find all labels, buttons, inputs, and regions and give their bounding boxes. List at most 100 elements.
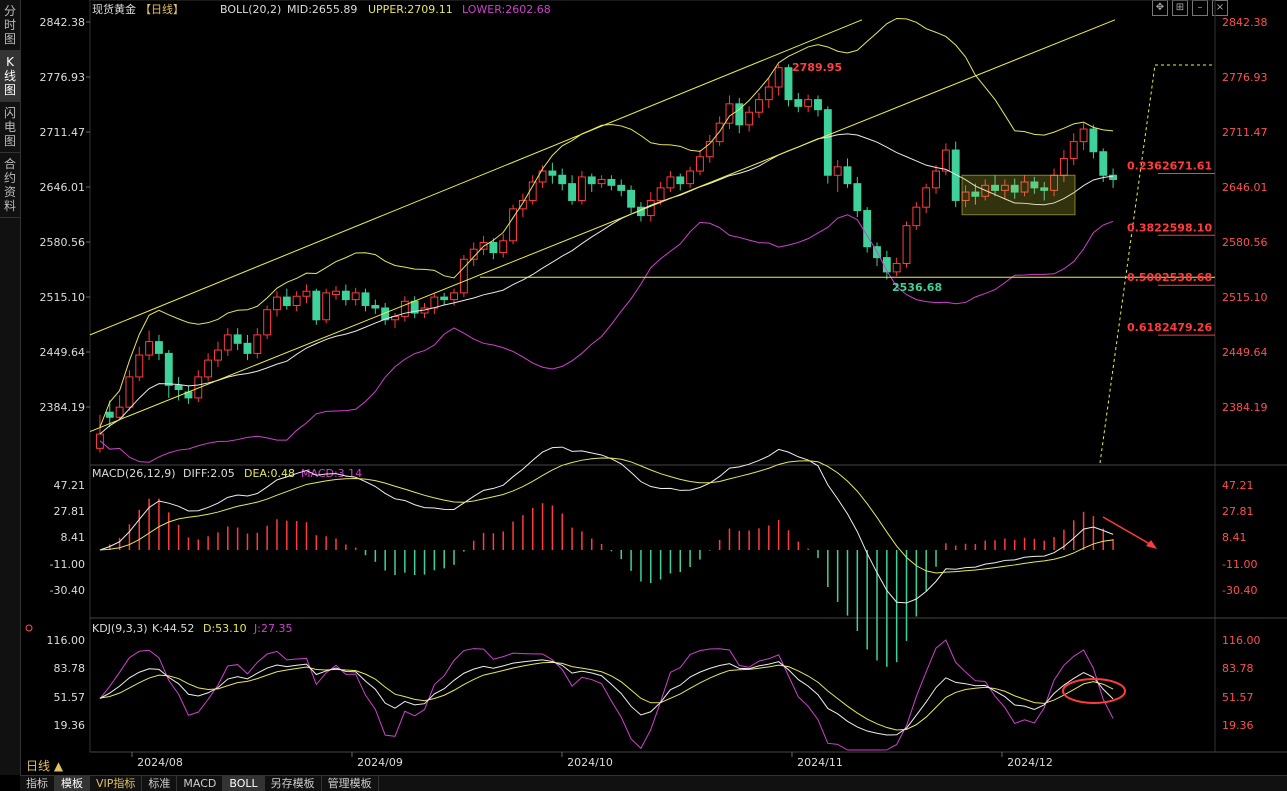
candle-body [755, 99, 763, 113]
macd-diff-line [99, 446, 1114, 604]
candle-body [312, 290, 321, 321]
chart-stage: 分 时 图K 线 图闪 电 图合 约 资 料 ✥ ⊞ – × 现货黄金 【日线】 B… [0, 0, 1287, 791]
period-selector[interactable]: 日线 ▲ [26, 757, 63, 774]
date-label: 2024/08 [137, 756, 183, 769]
candle-body [981, 184, 990, 197]
candle-body [391, 315, 399, 321]
candle-body [823, 109, 832, 176]
kdj-d-line [99, 661, 1114, 731]
candle-body [568, 183, 577, 201]
fib-value: 2598.10 [1162, 221, 1212, 234]
candle-body [361, 292, 370, 306]
close-icon[interactable]: × [1212, 0, 1228, 16]
price-tick-right: 2646.01 [1222, 181, 1268, 194]
candle-body [587, 176, 596, 185]
candle-body [1020, 181, 1029, 193]
bottom-tab-5[interactable]: BOLL [223, 776, 265, 791]
candle-body [469, 248, 478, 260]
candle-body [833, 166, 842, 176]
candle-body [676, 176, 685, 185]
candle-body [577, 176, 586, 201]
candle-body [410, 300, 419, 314]
candle-body [843, 166, 852, 185]
candle-body [882, 257, 891, 273]
candle-body [282, 296, 291, 306]
candle-body [715, 122, 724, 143]
kdj-j: J:27.35 [253, 622, 292, 635]
bottom-tab-6[interactable]: 另存模板 [265, 776, 322, 791]
candle-body [253, 334, 262, 354]
bottom-tab-1[interactable]: 模板 [55, 776, 90, 791]
candle-body [902, 225, 911, 264]
sidebar-tab-0[interactable]: 分 时 图 [0, 0, 20, 51]
candle-body [450, 292, 458, 301]
candlestick-chart: 现货黄金 【日线】 BOLL(20,2) MID:2655.89 UPPER:2709.… [25, 0, 1287, 769]
candle-body [696, 156, 704, 172]
macd-tick-left: 8.41 [61, 531, 86, 544]
fib-level: 0.500 [1127, 271, 1162, 284]
bottom-tab-3[interactable]: 标准 [142, 776, 178, 791]
candle-body [332, 290, 340, 296]
candle-body [774, 67, 783, 88]
candle-body [735, 103, 744, 126]
bottom-tab-2[interactable]: VIP指标 [90, 776, 143, 791]
candle-body [725, 103, 734, 124]
price-tick-left: 2449.64 [40, 346, 86, 359]
bottom-tab-4[interactable]: MACD [177, 776, 224, 791]
candle-body [214, 349, 222, 361]
candle-body [597, 178, 606, 185]
bottom-tab-7[interactable]: 管理模板 [322, 776, 379, 791]
boll-upper-line [99, 17, 1114, 428]
sidebar-tab-1[interactable]: K 线 图 [0, 51, 20, 102]
price-tick-left: 2711.47 [40, 126, 86, 139]
fib-level: 0.618 [1127, 321, 1162, 334]
candle-body [538, 170, 547, 183]
candle-body [194, 376, 203, 399]
candle-body [1109, 174, 1118, 180]
candle-body [863, 210, 872, 248]
date-label: 2024/10 [567, 756, 613, 769]
macd-arrow-head [1146, 540, 1157, 549]
candle-body [509, 208, 517, 242]
candle-body [1089, 128, 1098, 153]
price-tick-right: 2449.64 [1222, 346, 1268, 359]
macd-dea-line [99, 457, 1114, 574]
candle-body [351, 292, 360, 301]
price-tick-right: 2384.19 [1222, 401, 1268, 414]
grid-icon[interactable]: ⊞ [1172, 0, 1188, 16]
candle-body [912, 206, 921, 227]
candle-body [420, 307, 429, 314]
candle-body [961, 191, 970, 201]
chart-title: 现货黄金 [92, 2, 136, 16]
price-tick-left: 2515.10 [40, 291, 86, 304]
projection-line [1099, 64, 1156, 464]
candle-body [459, 258, 468, 294]
high-label: 2789.95 [792, 61, 842, 74]
move-icon[interactable]: ✥ [1152, 0, 1168, 16]
candle-body [440, 296, 449, 301]
minimize-icon[interactable]: – [1192, 0, 1208, 16]
sidebar-tab-3[interactable]: 合 约 资 料 [0, 153, 20, 218]
candle-body [745, 111, 754, 126]
kdj-tick-left: 116.00 [47, 634, 86, 647]
macd-dea: DEA:0.48 [244, 467, 295, 480]
channel-lower-line [89, 19, 1116, 432]
bottom-tab-0[interactable]: 指标 [20, 776, 55, 791]
candle-body [499, 240, 508, 254]
macd-tick-right: -11.00 [1222, 558, 1257, 571]
candle-body [1079, 128, 1088, 143]
sidebar-tab-2[interactable]: 闪 电 图 [0, 102, 20, 153]
candle-body [705, 141, 714, 158]
candle-body [873, 246, 881, 259]
candle-body [794, 99, 803, 107]
fib-level: 0.236 [1127, 159, 1162, 172]
candle-body [292, 295, 301, 306]
candle-body [400, 300, 409, 317]
kdj-tick-right: 19.36 [1222, 719, 1254, 732]
candle-body [115, 406, 124, 418]
kdj-tick-right: 51.57 [1222, 691, 1254, 704]
candle-body [764, 86, 773, 101]
price-tick-left: 2580.56 [40, 236, 86, 249]
kdj-tick-left: 19.36 [54, 719, 86, 732]
macd-tick-left: -11.00 [50, 558, 85, 571]
